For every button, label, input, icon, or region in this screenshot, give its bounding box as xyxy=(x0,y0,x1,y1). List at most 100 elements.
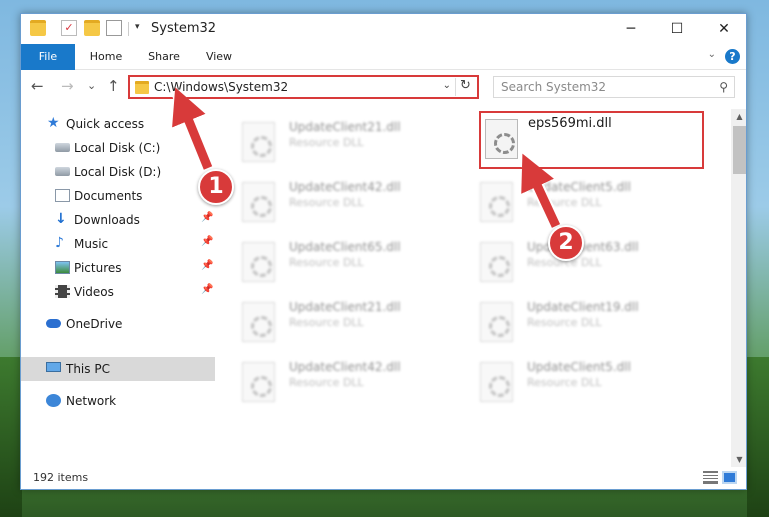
file-name: UpdateClient5.dll xyxy=(527,180,631,194)
sidebar-item-local-disk-c[interactable]: Local Disk (C:) xyxy=(21,136,215,160)
scroll-up-icon[interactable]: ▲ xyxy=(731,109,746,124)
step-1-badge: 1 xyxy=(198,169,234,205)
status-bar: 192 items xyxy=(21,467,746,489)
file-item[interactable]: UpdateClient5.dll Resource DLL xyxy=(453,356,683,408)
file-name: UpdateClient21.dll xyxy=(289,300,401,314)
file-name: UpdateClient21.dll xyxy=(289,120,401,134)
pin-icon[interactable]: 📌 xyxy=(201,236,213,247)
dll-file-icon xyxy=(485,119,518,159)
pin-icon[interactable]: 📌 xyxy=(201,212,213,223)
tab-file[interactable]: File xyxy=(21,44,75,70)
dll-file-icon xyxy=(480,182,513,222)
file-item[interactable]: UpdateClient5.dll Resource DLL xyxy=(453,176,683,228)
drive-icon xyxy=(55,143,70,152)
step-2-badge: 2 xyxy=(548,225,584,261)
sidebar-item-label: Videos xyxy=(74,285,114,299)
file-item[interactable]: UpdateClient42.dll Resource DLL xyxy=(215,176,445,228)
address-dropdown-icon[interactable]: ⌄ xyxy=(443,80,451,91)
sidebar-item-local-disk-d[interactable]: Local Disk (D:) xyxy=(21,160,215,184)
sidebar-item-music[interactable]: ♪ Music 📌 xyxy=(21,232,215,256)
file-explorer-window: ✓ ▾ System32 ─ ☐ ✕ File Home Share View … xyxy=(20,13,747,490)
file-name: UpdateClient5.dll xyxy=(527,360,631,374)
highlighted-file-eps569mi[interactable]: eps569mi.dll xyxy=(479,111,704,169)
sidebar-item-downloads[interactable]: ↓ Downloads 📌 xyxy=(21,208,215,232)
file-type: Resource DLL xyxy=(289,316,364,329)
tab-home[interactable]: Home xyxy=(83,44,129,70)
up-button[interactable]: ↑ xyxy=(107,77,120,95)
navigation-bar: ← → ⌄ ↑ C:\Windows\System32 ⌄ ↻ Search S… xyxy=(21,71,746,103)
maximize-button[interactable]: ☐ xyxy=(654,14,700,44)
file-item[interactable]: UpdateClient65.dll Resource DLL xyxy=(215,236,445,288)
desktop-background-right xyxy=(747,357,769,517)
item-count: 192 items xyxy=(33,471,89,484)
help-icon[interactable]: ? xyxy=(725,49,740,64)
vertical-scrollbar[interactable]: ▲ ▼ xyxy=(731,109,746,467)
star-icon: ★ xyxy=(47,115,60,131)
file-item[interactable]: UpdateClient19.dll Resource DLL xyxy=(453,296,683,348)
network-icon xyxy=(46,394,61,407)
large-icons-view-icon[interactable] xyxy=(722,471,737,484)
sidebar-item-videos[interactable]: Videos 📌 xyxy=(21,280,215,304)
sidebar-item-quick-access[interactable]: ★ Quick access xyxy=(21,112,215,136)
dll-file-icon xyxy=(242,302,275,342)
tab-view[interactable]: View xyxy=(197,44,241,70)
address-path[interactable]: C:\Windows\System32 xyxy=(154,80,288,94)
file-item[interactable]: UpdateClient21.dll Resource DLL xyxy=(215,116,445,168)
quick-access-toolbar-dropdown[interactable]: ▾ xyxy=(135,22,140,32)
sidebar-item-label: OneDrive xyxy=(66,317,123,331)
file-type: Resource DLL xyxy=(527,376,602,389)
pin-icon[interactable]: 📌 xyxy=(201,260,213,271)
file-type: Resource DLL xyxy=(289,256,364,269)
title-bar: ✓ ▾ System32 ─ ☐ ✕ xyxy=(21,14,746,44)
minimize-button[interactable]: ─ xyxy=(608,14,654,44)
customize-toolbar-icon[interactable] xyxy=(106,20,122,36)
tab-share[interactable]: Share xyxy=(141,44,187,70)
file-type: Resource DLL xyxy=(289,196,364,209)
sidebar-item-this-pc[interactable]: This PC xyxy=(21,357,215,381)
file-type: Resource DLL xyxy=(527,196,602,209)
close-button[interactable]: ✕ xyxy=(701,14,746,44)
details-view-icon[interactable] xyxy=(703,471,718,484)
sidebar-item-pictures[interactable]: Pictures 📌 xyxy=(21,256,215,280)
sidebar-item-label: Music xyxy=(74,237,109,251)
download-icon: ↓ xyxy=(55,211,67,227)
dll-file-icon xyxy=(242,242,275,282)
sidebar-item-label: Local Disk (D:) xyxy=(74,165,162,179)
search-input[interactable]: Search System32 ⚲ xyxy=(493,76,735,98)
sidebar-item-network[interactable]: Network xyxy=(21,389,215,413)
file-name: eps569mi.dll xyxy=(528,116,612,131)
file-item[interactable]: UpdateClient42.dll Resource DLL xyxy=(215,356,445,408)
desktop-background-left xyxy=(0,357,22,517)
forward-button[interactable]: → xyxy=(61,77,74,95)
scroll-thumb[interactable] xyxy=(733,126,746,174)
title-separator xyxy=(128,22,129,36)
search-placeholder: Search System32 xyxy=(501,80,607,94)
search-icon[interactable]: ⚲ xyxy=(719,80,728,94)
sidebar-item-label: Pictures xyxy=(74,261,122,275)
window-title: System32 xyxy=(151,21,217,36)
recent-locations-button[interactable]: ⌄ xyxy=(87,79,96,92)
back-button[interactable]: ← xyxy=(31,77,44,95)
expand-ribbon-icon[interactable]: ⌄ xyxy=(708,49,716,60)
file-name: UpdateClient42.dll xyxy=(289,180,401,194)
sidebar-item-onedrive[interactable]: OneDrive xyxy=(21,312,215,336)
scroll-down-icon[interactable]: ▼ xyxy=(731,452,746,467)
file-name: UpdateClient65.dll xyxy=(289,240,401,254)
pin-icon[interactable]: 📌 xyxy=(201,284,213,295)
drive-icon xyxy=(55,167,70,176)
pictures-icon xyxy=(55,261,70,274)
address-bar[interactable]: C:\Windows\System32 ⌄ ↻ xyxy=(128,75,479,99)
music-icon: ♪ xyxy=(55,235,64,251)
sidebar-item-label: Documents xyxy=(74,189,143,203)
refresh-icon[interactable]: ↻ xyxy=(455,78,475,96)
sidebar-item-documents[interactable]: Documents xyxy=(21,184,215,208)
new-folder-icon[interactable] xyxy=(84,20,100,36)
sidebar-item-label: Quick access xyxy=(66,117,145,131)
sidebar-item-label: Network xyxy=(66,394,117,408)
file-item[interactable]: UpdateClient21.dll Resource DLL xyxy=(215,296,445,348)
properties-check-icon[interactable]: ✓ xyxy=(61,20,77,36)
address-folder-icon xyxy=(135,81,149,94)
sidebar-item-label: Local Disk (C:) xyxy=(74,141,161,155)
dll-file-icon xyxy=(480,302,513,342)
file-type: Resource DLL xyxy=(289,136,364,149)
